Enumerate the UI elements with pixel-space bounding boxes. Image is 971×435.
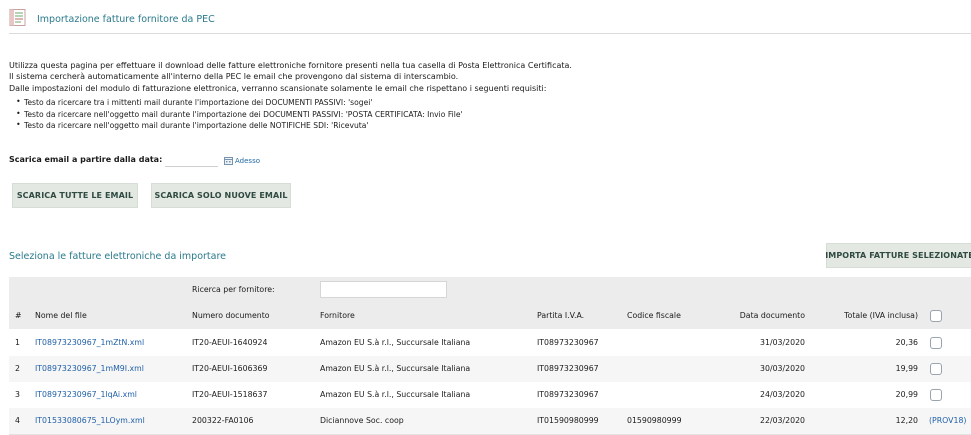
date-input[interactable] [165,152,218,167]
row-index: 1 [15,338,20,347]
col-file-name: Nome del file [35,311,87,320]
col-tax-code: Codice fiscale [627,311,681,320]
col-vat: Partita I.V.A. [537,311,585,320]
table-header-row: # Nome del file Numero documento Fornito… [9,303,971,329]
table-row: 3 IT08973230967_1lqAi.xml IT20-AEUI-1518… [9,382,971,409]
vat-number: IT08973230967 [537,364,599,373]
total-amount: 20,36 [895,338,918,347]
document-date: 24/03/2020 [760,390,805,399]
invoice-document-icon [9,9,26,26]
requirement-bullet-1: Testo da ricercare tra i mittenti mail d… [16,97,372,107]
file-link[interactable]: IT01533080675_1LOym.xml [35,408,145,434]
date-filter-label: Scarica email a partire dalla data: [9,155,163,164]
import-selected-button[interactable]: IMPORTA FATTURE SELEZIONATE [825,243,971,268]
download-all-emails-button[interactable]: SCARICA TUTTE LE EMAIL [12,183,138,208]
intro-line-1: Utilizza questa pagina per effettuare il… [9,61,572,70]
supplier-name: Amazon EU S.à r.l., Succursale Italiana [320,364,471,373]
document-number: 200322-FA0106 [192,416,254,425]
download-new-emails-button[interactable]: SCARICA SOLO NUOVE EMAIL [151,183,291,208]
col-document-date: Data documento [739,311,805,320]
table-row: 1 IT08973230967_1mZtN.xml IT20-AEUI-1640… [9,330,971,357]
requirement-bullet-3: Testo da ricercare nell'oggetto mail dur… [16,120,368,130]
table-row: 2 IT08973230967_1mM9I.xml IT20-AEUI-1606… [9,356,971,383]
document-number: IT20-AEUI-1518637 [192,390,268,399]
row-index: 2 [15,364,20,373]
intro-line-2: Il sistema cercherà automaticamente all'… [9,72,459,81]
row-checkbox[interactable] [930,389,942,401]
section-title: Seleziona le fatture elettroniche da imp… [9,251,227,262]
file-link[interactable]: IT08973230967_1lqAi.xml [35,382,137,408]
document-number: IT20-AEUI-1606369 [192,364,268,373]
row-checkbox[interactable] [930,337,942,349]
vat-number: IT08973230967 [537,338,599,347]
col-document-number: Numero documento [192,311,270,320]
vat-number: IT08973230967 [537,390,599,399]
select-all-checkbox[interactable] [930,310,942,322]
table-row: 4 IT01533080675_1LOym.xml 200322-FA0106 … [9,408,971,435]
calendar-icon[interactable] [224,157,233,165]
tax-code: 01590980999 [627,416,682,425]
supplier-name: Amazon EU S.à r.l., Succursale Italiana [320,390,471,399]
row-index: 4 [15,416,20,425]
document-date: 22/03/2020 [760,416,805,425]
supplier-search-input[interactable] [320,281,447,298]
requirement-bullet-2: Testo da ricercare nell'oggetto mail dur… [16,109,463,119]
header-divider [9,33,971,34]
row-checkbox[interactable] [930,363,942,375]
search-label: Ricerca per fornitore: [192,285,275,294]
now-link[interactable]: Adesso [235,157,260,165]
document-number: IT20-AEUI-1640924 [192,338,268,347]
col-index: # [15,311,22,320]
vat-number: IT01590980999 [537,416,599,425]
supplier-name: Amazon EU S.à r.l., Succursale Italiana [320,338,471,347]
col-supplier: Fornitore [320,311,355,320]
file-link[interactable]: IT08973230967_1mM9I.xml [35,356,144,382]
page-title: Importazione fatture fornitore da PEC [37,14,215,25]
table-search-row: Ricerca per fornitore: [9,277,971,303]
intro-line-3: Dalle impostazioni del modulo di fattura… [9,84,547,93]
file-link[interactable]: IT08973230967_1mZtN.xml [35,330,144,356]
document-date: 30/03/2020 [760,364,805,373]
total-amount: 19,99 [895,364,918,373]
document-date: 31/03/2020 [760,338,805,347]
total-amount: 20,99 [895,390,918,399]
col-total: Totale (IVA inclusa) [844,311,918,320]
supplier-name: Diciannove Soc. coop [320,416,404,425]
linked-document-link[interactable]: (PROV18) [929,408,966,434]
row-index: 3 [15,390,20,399]
total-amount: 12,20 [895,416,918,425]
